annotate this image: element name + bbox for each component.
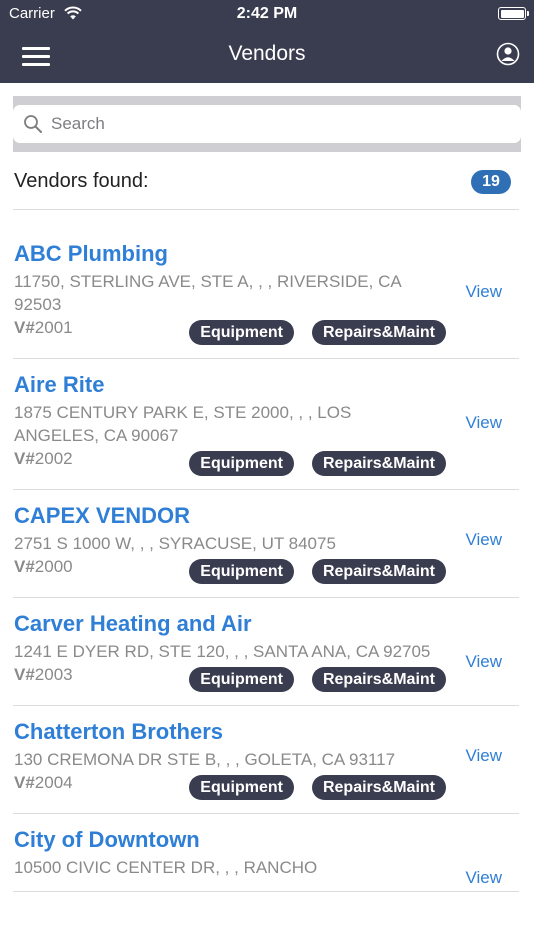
vendor-address: 1241 E DYER RD, STE 120, , , SANTA ANA, … [14, 642, 431, 661]
status-time: 2:42 PM [236, 5, 298, 22]
list-item[interactable]: Chatterton Brothers 130 CREMONA DR STE B… [13, 706, 519, 814]
vendor-number: V#2001 [14, 318, 73, 337]
vendor-list: ABC Plumbing 11750, STERLING AVE, STE A,… [13, 228, 519, 950]
category-tag: Equipment [189, 667, 294, 692]
vendor-address: 130 CREMONA DR STE B, , , GOLETA, CA 931… [14, 750, 396, 769]
vendor-address: 1875 CENTURY PARK E, STE 2000, , , LOS A… [14, 403, 352, 445]
list-item[interactable]: CAPEX VENDOR 2751 S 1000 W, , , SYRACUSE… [13, 490, 519, 598]
category-tag: Equipment [189, 775, 294, 800]
battery-icon [498, 7, 529, 20]
navigation-bar: Vendors [0, 30, 534, 83]
results-count-badge: 19 [471, 170, 511, 194]
vendor-number: V#2000 [14, 557, 73, 576]
view-link[interactable]: View [465, 746, 502, 766]
vendor-name[interactable]: Aire Rite [14, 371, 519, 399]
vendor-name[interactable]: CAPEX VENDOR [14, 502, 519, 530]
list-item[interactable]: City of Downtown 10500 CIVIC CENTER DR, … [13, 814, 519, 892]
results-summary: Vendors found: 19 [13, 162, 519, 210]
category-tag: Repairs&Maint [311, 775, 446, 800]
list-item[interactable]: ABC Plumbing 11750, STERLING AVE, STE A,… [13, 228, 519, 359]
vendor-name[interactable]: City of Downtown [14, 826, 519, 854]
category-tag: Repairs&Maint [311, 559, 446, 584]
view-link[interactable]: View [465, 530, 502, 550]
category-tag: Repairs&Maint [311, 451, 446, 476]
search-icon [24, 115, 42, 133]
vendor-number: V#2003 [14, 665, 73, 684]
vendor-address: 2751 S 1000 W, , , SYRACUSE, UT 84075 [14, 534, 336, 553]
results-label: Vendors found: [14, 170, 149, 192]
vendor-name[interactable]: Carver Heating and Air [14, 610, 519, 638]
vendor-address: 10500 CIVIC CENTER DR, , , RANCHO [14, 858, 318, 877]
view-link[interactable]: View [465, 282, 502, 302]
status-bar: Carrier 2:42 PM [0, 0, 534, 30]
vendor-name[interactable]: ABC Plumbing [14, 240, 519, 268]
search-box[interactable] [13, 105, 521, 143]
vendor-number: V#2004 [14, 773, 73, 792]
category-tag: Equipment [189, 320, 294, 345]
vendor-number: V#2002 [14, 449, 73, 468]
search-input[interactable] [51, 109, 511, 139]
list-item[interactable]: Aire Rite 1875 CENTURY PARK E, STE 2000,… [13, 359, 519, 490]
category-tag: Equipment [189, 451, 294, 476]
view-link[interactable]: View [465, 652, 502, 672]
category-tag: Repairs&Maint [311, 667, 446, 692]
view-link[interactable]: View [465, 413, 502, 433]
search-bar [13, 96, 521, 152]
page-title: Vendors [228, 42, 306, 65]
vendor-address: 11750, STERLING AVE, STE A, , , RIVERSID… [14, 272, 401, 314]
category-tag: Repairs&Maint [311, 320, 446, 345]
vendor-name[interactable]: Chatterton Brothers [14, 718, 519, 746]
view-link[interactable]: View [465, 868, 502, 888]
user-profile-icon[interactable] [496, 42, 520, 66]
list-item[interactable]: Carver Heating and Air 1241 E DYER RD, S… [13, 598, 519, 706]
category-tag: Equipment [189, 559, 294, 584]
